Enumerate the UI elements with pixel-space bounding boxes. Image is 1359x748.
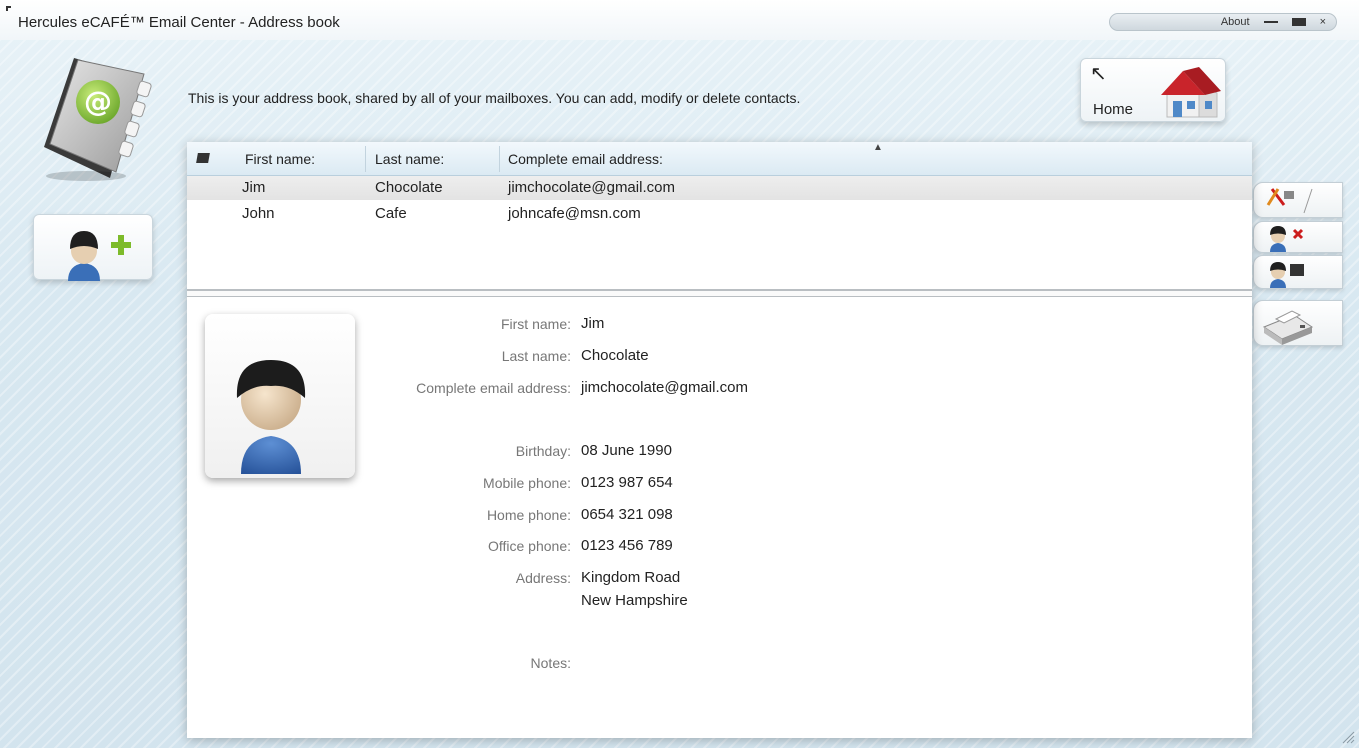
sort-ascending-icon: ▲ xyxy=(873,142,883,153)
address-line1: Kingdom Road xyxy=(581,569,681,586)
contacts-panel: First name: Last name: Complete email ad… xyxy=(187,142,1252,738)
maximize-icon[interactable] xyxy=(1291,18,1306,26)
birthday-label: Birthday: xyxy=(515,443,571,459)
column-header-first-name[interactable]: First name: xyxy=(245,151,315,167)
delete-contact-icon xyxy=(1270,226,1304,252)
window-controls: About × xyxy=(1109,13,1337,31)
about-button[interactable]: About xyxy=(1221,16,1250,28)
address-line2: New Hampshire xyxy=(581,592,688,609)
edit-contact-button[interactable] xyxy=(1253,182,1343,218)
add-contact-icon xyxy=(68,231,131,281)
email-value: jimchocolate@gmail.com xyxy=(581,379,748,396)
last-name-label: Last name: xyxy=(501,348,571,364)
address-book-window: Hercules eCAFÉ™ Email Center - Address b… xyxy=(0,0,1359,748)
back-arrow-icon: ↖ xyxy=(1090,63,1107,85)
home-phone-value: 0654 321 098 xyxy=(581,506,673,523)
contact-card-button[interactable] xyxy=(1253,255,1343,289)
title-bar: Hercules eCAFÉ™ Email Center - Address b… xyxy=(0,0,1359,40)
avatar-icon xyxy=(236,360,306,474)
office-phone-value: 0123 456 789 xyxy=(581,537,673,554)
add-contact-button[interactable] xyxy=(33,214,153,281)
corner-mark xyxy=(6,6,11,11)
cell-first-name: Jim xyxy=(242,179,266,196)
pane-splitter[interactable] xyxy=(187,289,1252,297)
home-label: Home xyxy=(1093,101,1134,118)
printer-icon xyxy=(1262,310,1314,345)
intro-text: This is your address book, shared by all… xyxy=(188,90,801,106)
minimize-icon[interactable] xyxy=(1263,21,1278,23)
first-name-label: First name: xyxy=(500,316,571,332)
cell-email: johncafe@msn.com xyxy=(508,205,641,222)
home-button[interactable]: ↖ Home xyxy=(1080,58,1226,122)
mobile-phone-value: 0123 987 654 xyxy=(581,474,673,491)
svg-text:@: @ xyxy=(84,85,112,118)
table-header: First name: Last name: Complete email ad… xyxy=(187,142,1252,176)
mobile-phone-label: Mobile phone: xyxy=(483,475,571,491)
birthday-value: 08 June 1990 xyxy=(581,442,672,459)
last-name-value: Chocolate xyxy=(581,347,649,364)
house-icon xyxy=(1161,67,1221,118)
window-title: Hercules eCAFÉ™ Email Center - Address b… xyxy=(18,14,340,31)
address-label: Address: xyxy=(515,570,571,586)
contact-photo[interactable] xyxy=(205,314,355,478)
column-header-last-name[interactable]: Last name: xyxy=(375,151,444,167)
cell-last-name: Cafe xyxy=(375,205,407,222)
delete-contact-button[interactable] xyxy=(1253,221,1343,253)
close-button[interactable]: × xyxy=(1320,16,1326,28)
home-phone-label: Home phone: xyxy=(486,507,571,523)
edit-contact-icon xyxy=(1266,188,1313,214)
column-separator xyxy=(365,146,366,172)
contact-card-icon xyxy=(1270,262,1304,288)
print-button[interactable] xyxy=(1253,300,1343,346)
column-separator xyxy=(499,146,500,172)
cell-email: jimchocolate@gmail.com xyxy=(508,179,675,196)
table-row[interactable]: Jim Chocolate jimchocolate@gmail.com xyxy=(187,176,1252,200)
cell-first-name: John xyxy=(242,205,275,222)
contact-card-icon xyxy=(196,153,210,163)
table-row[interactable]: John Cafe johncafe@msn.com xyxy=(187,202,1252,226)
first-name-value: Jim xyxy=(581,315,605,332)
notes-label: Notes: xyxy=(530,655,571,671)
email-label: Complete email address: xyxy=(416,380,571,396)
office-phone-label: Office phone: xyxy=(487,538,571,554)
resize-grip-icon[interactable] xyxy=(1337,726,1355,744)
cell-last-name: Chocolate xyxy=(375,179,443,196)
column-header-email[interactable]: Complete email address: xyxy=(508,151,663,167)
address-book-icon: @ xyxy=(44,58,152,181)
